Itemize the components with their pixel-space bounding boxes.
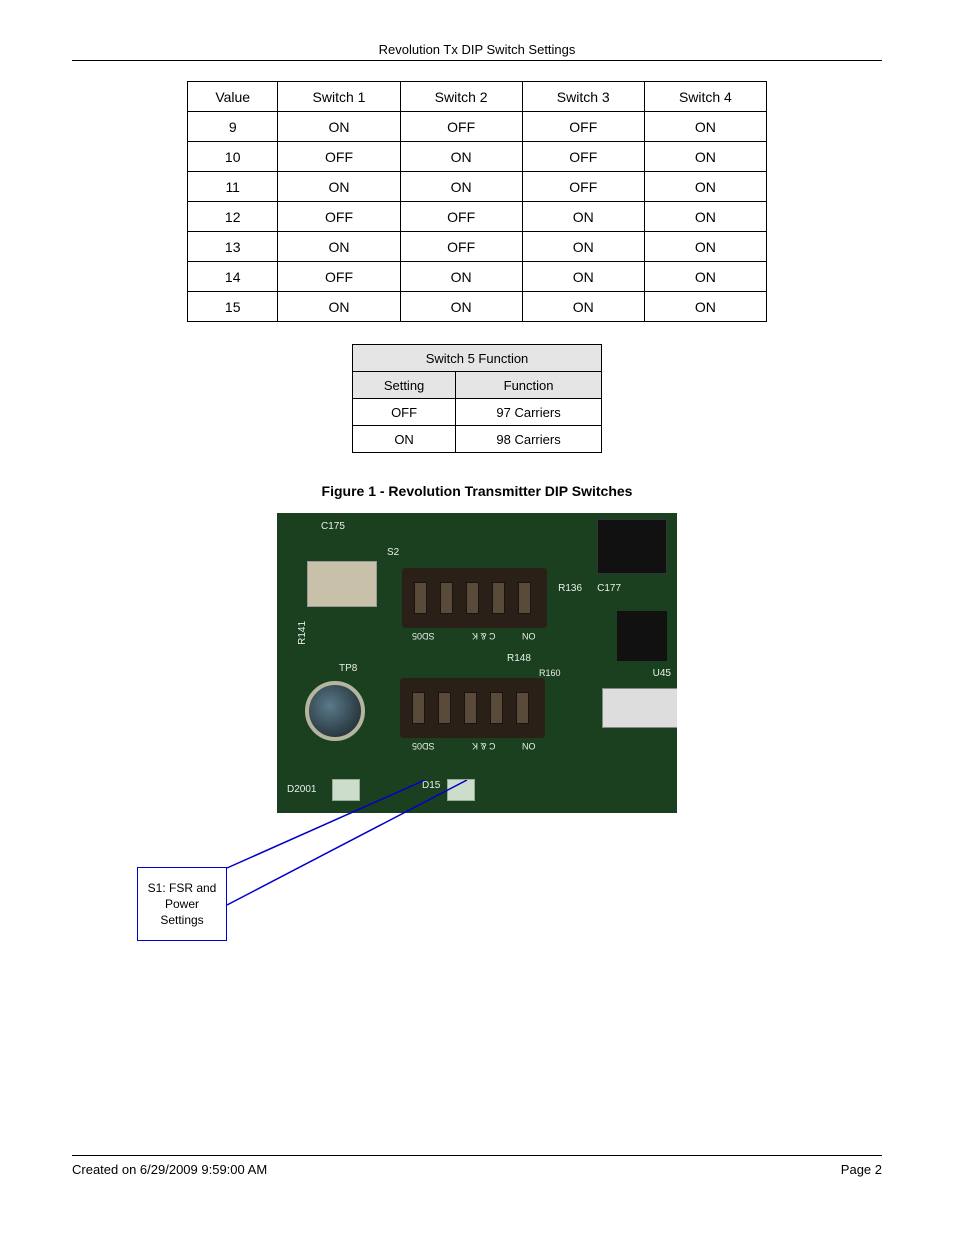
table-row: 14OFFONONON bbox=[188, 262, 767, 292]
dip-switch-values-table: Value Switch 1 Switch 2 Switch 3 Switch … bbox=[187, 81, 767, 322]
chip-icon bbox=[602, 688, 677, 728]
page-footer: Created on 6/29/2009 9:59:00 AM Page 2 bbox=[72, 1155, 882, 1177]
pcb-photo-wrapper: S2 C175 R136 C177 R141 TP8 R148 R160 U45… bbox=[277, 513, 677, 813]
table2-header-row: Setting Function bbox=[353, 372, 602, 399]
chip-icon bbox=[597, 519, 667, 574]
table-row: 12OFFOFFONON bbox=[188, 202, 767, 232]
table2-title: Switch 5 Function bbox=[353, 345, 602, 372]
led-icon bbox=[447, 779, 475, 801]
capacitor-icon bbox=[307, 561, 377, 607]
table-row: 9ONOFFOFFON bbox=[188, 112, 767, 142]
table-row: OFF97 Carriers bbox=[353, 399, 602, 426]
table-header-row: Value Switch 1 Switch 2 Switch 3 Switch … bbox=[188, 82, 767, 112]
col-header-value: Value bbox=[188, 82, 278, 112]
silkscreen-label: C & K bbox=[472, 741, 496, 751]
col-header-sw2: Switch 2 bbox=[400, 82, 522, 112]
callout-text: S1: FSR and Power Settings bbox=[142, 880, 222, 929]
silkscreen-label: SD05 bbox=[412, 741, 435, 751]
silkscreen-label: C175 bbox=[321, 521, 345, 532]
col-header-sw1: Switch 1 bbox=[278, 82, 400, 112]
table2-header-setting: Setting bbox=[353, 372, 456, 399]
silkscreen-label: SD05 bbox=[412, 631, 435, 641]
table2-header-function: Function bbox=[456, 372, 602, 399]
silkscreen-label: S2 bbox=[387, 547, 399, 558]
silkscreen-label: R141 bbox=[297, 621, 308, 645]
silkscreen-label: R136 bbox=[558, 583, 582, 594]
silkscreen-label: R148 bbox=[507, 653, 531, 664]
chip-icon bbox=[617, 611, 667, 661]
dip-switch-s2 bbox=[402, 568, 547, 628]
footer-page-number: Page 2 bbox=[841, 1162, 882, 1177]
table-row: 13ONOFFONON bbox=[188, 232, 767, 262]
col-header-sw3: Switch 3 bbox=[522, 82, 644, 112]
silkscreen-label: TP8 bbox=[339, 663, 357, 674]
table-row: 10OFFONOFFON bbox=[188, 142, 767, 172]
callout-s1: S1: FSR and Power Settings bbox=[137, 867, 227, 941]
col-header-sw4: Switch 4 bbox=[644, 82, 766, 112]
silkscreen-label: D15 bbox=[422, 780, 440, 791]
silkscreen-label: U45 bbox=[653, 668, 671, 679]
silkscreen-label: D2001 bbox=[287, 784, 316, 795]
silkscreen-label: R160 bbox=[539, 668, 561, 678]
dip-switch-s1 bbox=[400, 678, 545, 738]
table-row: 15ONONONON bbox=[188, 292, 767, 322]
switch5-function-table: Switch 5 Function Setting Function OFF97… bbox=[352, 344, 602, 453]
potentiometer-icon bbox=[305, 681, 365, 741]
silkscreen-label: C177 bbox=[597, 583, 621, 594]
header-rule bbox=[72, 60, 882, 61]
silkscreen-label: ON bbox=[522, 631, 536, 641]
table2-title-row: Switch 5 Function bbox=[353, 345, 602, 372]
silkscreen-label: ON bbox=[522, 741, 536, 751]
led-icon bbox=[332, 779, 360, 801]
footer-timestamp: Created on 6/29/2009 9:59:00 AM bbox=[72, 1162, 267, 1177]
silkscreen-label: C & K bbox=[472, 631, 496, 641]
figure-caption: Figure 1 - Revolution Transmitter DIP Sw… bbox=[72, 483, 882, 499]
page-header-title: Revolution Tx DIP Switch Settings bbox=[0, 42, 954, 57]
pcb-photo: S2 C175 R136 C177 R141 TP8 R148 R160 U45… bbox=[277, 513, 677, 813]
table-row: 11ONONOFFON bbox=[188, 172, 767, 202]
table-row: ON98 Carriers bbox=[353, 426, 602, 453]
